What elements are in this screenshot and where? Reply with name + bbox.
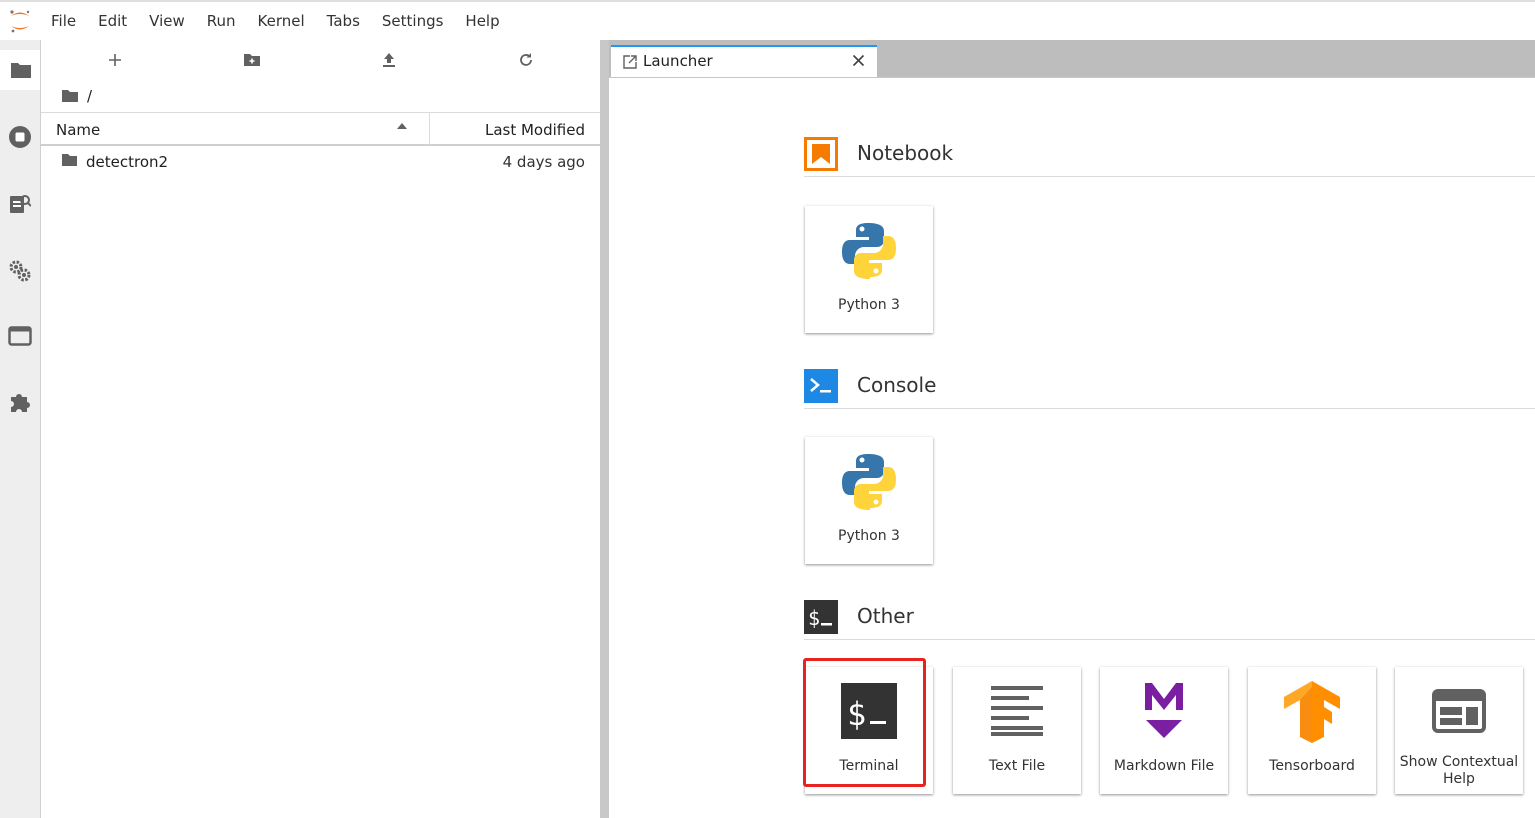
- upload-button[interactable]: [374, 48, 404, 72]
- section-title: Other: [857, 604, 914, 628]
- file-modified: 4 days ago: [502, 153, 585, 171]
- new-launcher-icon: [109, 54, 121, 66]
- console-icon: [804, 369, 838, 403]
- card-label: Python 3: [838, 528, 900, 544]
- launcher-tab-icon: [623, 55, 637, 69]
- contextual-help-icon: [1429, 681, 1489, 741]
- section-title: Notebook: [857, 141, 954, 165]
- menu-kernel[interactable]: Kernel: [247, 2, 316, 40]
- launcher-panel: Notebook Python 3 Console Python 3 $ Oth…: [609, 87, 1535, 818]
- svg-text:$: $: [808, 606, 820, 630]
- svg-text:$: $: [847, 695, 866, 733]
- upload-icon: [383, 53, 395, 67]
- breadcrumb: /: [61, 86, 92, 106]
- file-list-item[interactable]: detectron2 4 days ago: [41, 148, 600, 176]
- tab-underline: [609, 77, 1535, 87]
- column-modified-header[interactable]: Last Modified: [485, 121, 585, 139]
- markdown-icon: [1134, 681, 1194, 741]
- file-name: detectron2: [86, 153, 169, 171]
- card-label: Tensorboard: [1269, 758, 1355, 774]
- running-stop-icon: [9, 126, 31, 148]
- card-label: Markdown File: [1113, 758, 1215, 774]
- running-sessions-tab[interactable]: [0, 117, 40, 157]
- menu-view[interactable]: View: [138, 2, 196, 40]
- section-other: $ Other: [804, 600, 1535, 640]
- section-title: Console: [857, 373, 937, 397]
- terminal-icon: $: [839, 681, 899, 741]
- launcher-card-console-python3[interactable]: Python 3: [805, 437, 933, 564]
- home-folder-icon[interactable]: [61, 89, 79, 103]
- launcher-card-text-file[interactable]: Text File: [953, 667, 1081, 794]
- close-icon[interactable]: [852, 54, 865, 67]
- refresh-icon: [520, 53, 532, 66]
- tabs-window-icon: [8, 326, 32, 346]
- tab-launcher[interactable]: Launcher: [611, 45, 877, 77]
- sort-ascending-icon[interactable]: [396, 122, 408, 130]
- menu-bar: File Edit View Run Kernel Tabs Settings …: [0, 0, 1535, 40]
- menu-edit[interactable]: Edit: [87, 2, 138, 40]
- column-name-header[interactable]: Name: [56, 121, 100, 139]
- file-list-header: Name Last Modified: [41, 112, 600, 146]
- file-browser-tab[interactable]: [0, 50, 40, 90]
- launcher-card-contextual-help[interactable]: Show Contextual Help: [1395, 667, 1523, 794]
- new-folder-icon: [244, 54, 260, 66]
- left-activity-bar: [0, 40, 41, 818]
- folder-icon: [62, 154, 77, 166]
- card-label: Show Contextual Help: [1395, 754, 1523, 788]
- tensorflow-icon: [1282, 681, 1342, 743]
- card-label-line-2: Help: [1443, 771, 1475, 787]
- notebook-icon: [804, 137, 838, 171]
- tab-label: Launcher: [643, 52, 713, 70]
- card-label: Text File: [988, 758, 1046, 774]
- new-folder-button[interactable]: [237, 48, 267, 72]
- extension-manager-tab[interactable]: [0, 382, 40, 422]
- jupyter-logo-icon: [0, 2, 40, 40]
- refresh-button[interactable]: [511, 48, 541, 72]
- python-logo-icon: [839, 451, 899, 511]
- new-launcher-button[interactable]: [100, 48, 130, 72]
- file-browser-panel: / Name Last Modified detectron2 4 days a…: [41, 40, 600, 818]
- terminal-dollar-icon: $: [804, 600, 838, 634]
- file-browser-toolbar: [41, 40, 600, 78]
- python-logo-icon: [839, 220, 899, 280]
- text-file-icon: [987, 681, 1047, 741]
- settings-gears-icon: [9, 260, 31, 282]
- launcher-card-terminal[interactable]: $ Terminal: [805, 667, 933, 794]
- launcher-card-notebook-python3[interactable]: Python 3: [805, 206, 933, 333]
- menu-run[interactable]: Run: [196, 2, 247, 40]
- menu-settings[interactable]: Settings: [371, 2, 455, 40]
- launcher-card-markdown-file[interactable]: Markdown File: [1100, 667, 1228, 794]
- open-tabs-tab[interactable]: [0, 316, 40, 356]
- breadcrumb-root[interactable]: /: [87, 87, 92, 105]
- card-label: Terminal: [839, 758, 899, 774]
- settings-tab[interactable]: [0, 251, 40, 291]
- panel-splitter[interactable]: [600, 40, 609, 818]
- property-inspector-icon: [10, 195, 31, 213]
- property-inspector-tab[interactable]: [0, 184, 40, 224]
- folder-icon: [11, 63, 31, 78]
- menu-help[interactable]: Help: [454, 2, 510, 40]
- section-notebook: Notebook: [804, 137, 1535, 177]
- section-console: Console: [804, 369, 1535, 409]
- main-tab-bar: Launcher: [609, 40, 1535, 77]
- menu-tabs[interactable]: Tabs: [316, 2, 371, 40]
- column-divider[interactable]: [429, 113, 430, 145]
- card-label-line-1: Show Contextual: [1399, 754, 1519, 770]
- extension-puzzle-icon: [11, 394, 30, 412]
- menu-file[interactable]: File: [40, 2, 87, 40]
- card-label: Python 3: [838, 297, 900, 313]
- launcher-card-tensorboard[interactable]: Tensorboard: [1248, 667, 1376, 794]
